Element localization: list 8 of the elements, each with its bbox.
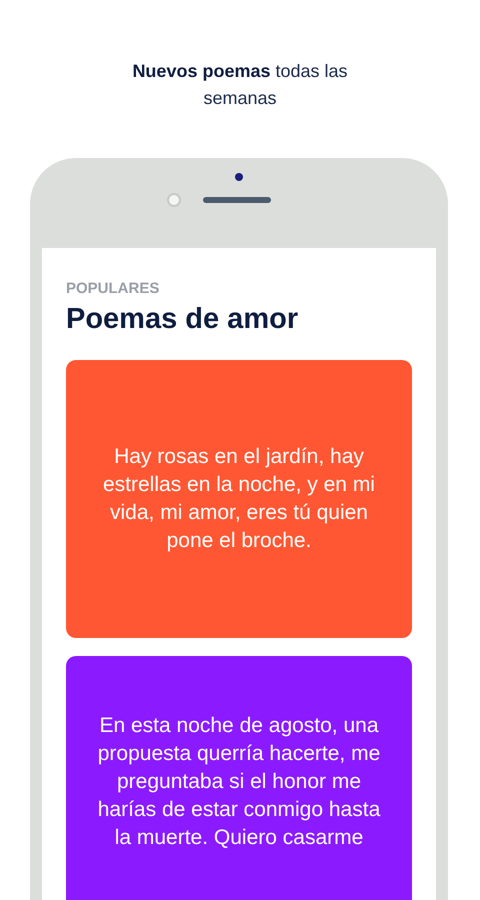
headline: Nuevos poemas todas las semanas — [131, 60, 349, 110]
camera-icon — [235, 173, 243, 181]
sensor-icon — [167, 193, 181, 207]
section-label: POPULARES — [66, 280, 160, 297]
poem-card[interactable]: En esta noche de agosto, una propuesta querría hacerte, me preguntaba si el honor me harías de estar conmigo hasta la muerte. Quiero casarme — [66, 656, 412, 900]
section-title: Poemas de amor — [66, 303, 300, 336]
poem-card[interactable]: Hay rosas en el jardín, hay estrellas en la noche, y en mi vida, mi amor, eres tú quien pone el broche. — [66, 360, 412, 638]
speaker-grille — [203, 197, 271, 203]
